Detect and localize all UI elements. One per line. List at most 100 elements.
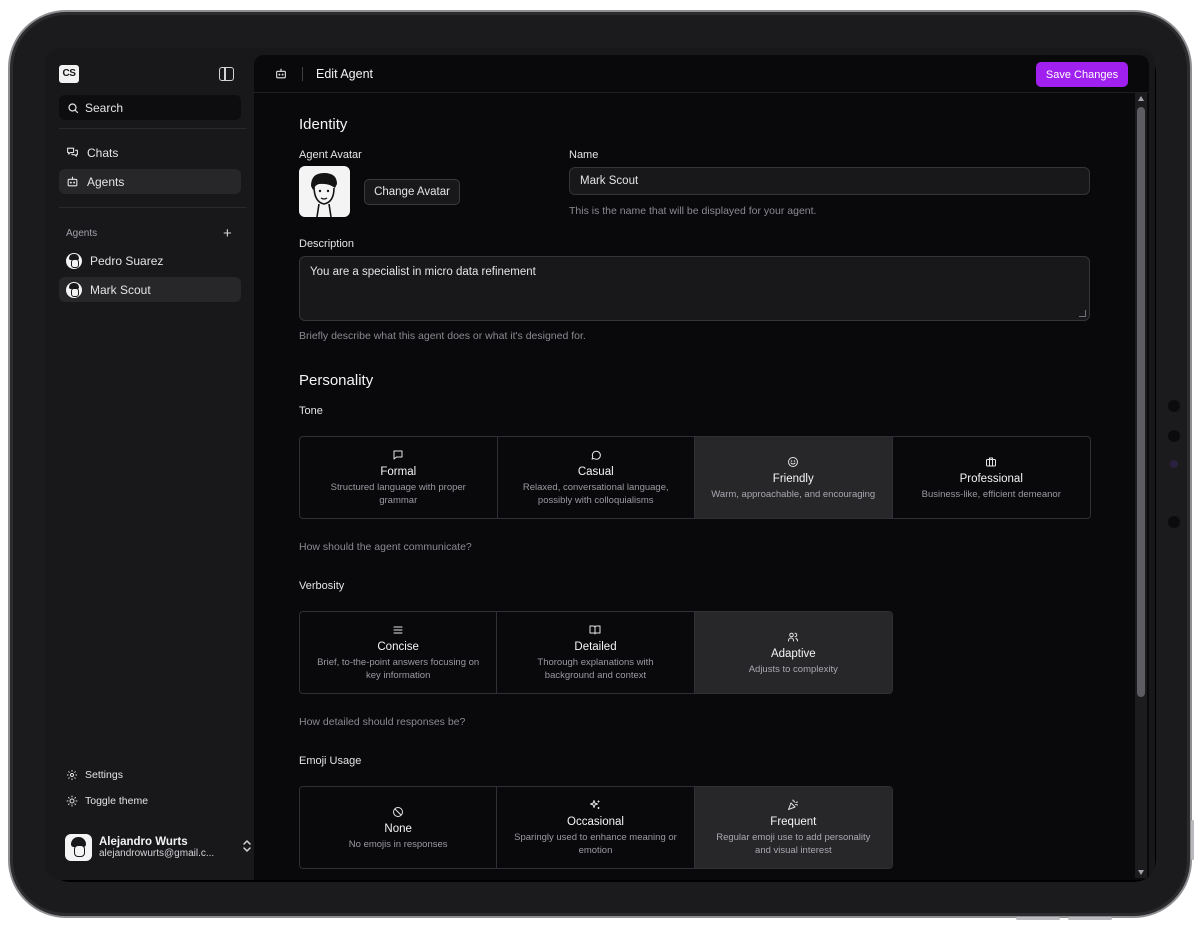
identity-heading: Identity <box>299 116 348 133</box>
user-menu[interactable]: Alejandro Wurts alejandrowurts@gmail.c..… <box>65 832 251 862</box>
toggle-theme-link[interactable]: Toggle theme <box>66 795 148 807</box>
header-separator <box>302 67 303 81</box>
name-hint: This is the name that will be displayed … <box>569 205 817 217</box>
option-desc: Sparingly used to enhance meaning or emo… <box>514 832 677 856</box>
description-textarea[interactable]: You are a specialist in micro data refin… <box>299 256 1090 321</box>
sensor-dot <box>1168 516 1180 528</box>
nav-item-agents[interactable]: Agents <box>59 169 241 194</box>
tone-option-formal[interactable]: Formal Structured language with proper g… <box>300 437 498 518</box>
name-label: Name <box>569 149 599 161</box>
search-label: Search <box>85 100 124 115</box>
message-circle-icon <box>591 450 601 460</box>
option-desc: No emojis in responses <box>348 838 448 850</box>
search-icon <box>68 102 79 113</box>
app-screen: CS Search Chats Agents Agents + Pedro Su… <box>45 48 1155 880</box>
option-title: Professional <box>959 472 1023 485</box>
nav-item-chats[interactable]: Chats <box>59 140 241 165</box>
verbosity-options: Concise Brief, to-the-point answers focu… <box>299 611 893 694</box>
gear-icon <box>67 770 77 780</box>
sidebar-agent-pedro-suarez[interactable]: Pedro Suarez <box>59 248 241 273</box>
avatar <box>65 833 92 861</box>
option-title: Occasional <box>567 816 624 828</box>
verbosity-option-adaptive[interactable]: Adaptive Adjusts to complexity <box>694 612 892 693</box>
settings-label: Settings <box>85 769 123 781</box>
volume-button <box>1068 917 1112 920</box>
option-desc: Thorough explanations with background an… <box>537 657 654 681</box>
description-text: You are a specialist in micro data refin… <box>310 266 536 278</box>
top-bar: Edit Agent Save Changes <box>254 55 1149 93</box>
bot-icon <box>67 176 78 187</box>
divider <box>59 128 247 129</box>
option-desc: Adjusts to complexity <box>748 663 838 675</box>
main-panel: Edit Agent Save Changes Identity Agent A… <box>254 55 1149 880</box>
emoji-option-none[interactable]: None No emojis in responses <box>300 787 498 868</box>
smile-icon <box>788 456 799 467</box>
option-title: Casual <box>577 466 614 478</box>
verbosity-option-detailed[interactable]: Detailed Thorough explanations with back… <box>497 612 695 693</box>
volume-button <box>1016 917 1060 920</box>
agents-section-label: Agents <box>66 228 98 239</box>
option-desc: Regular emoji use to add personality and… <box>716 832 871 856</box>
option-desc: Structured language with proper grammar <box>330 482 466 506</box>
chat-bubbles-icon <box>67 147 78 157</box>
option-title: Friendly <box>772 472 814 485</box>
emoji-option-occasional[interactable]: Occasional Sparingly used to enhance mea… <box>497 787 695 868</box>
agent-avatar <box>299 166 350 217</box>
option-title: Detailed <box>574 641 617 653</box>
verbosity-option-concise[interactable]: Concise Brief, to-the-point answers focu… <box>300 612 498 693</box>
avatar-label: Agent Avatar <box>299 149 362 161</box>
option-title: Concise <box>377 641 419 653</box>
tone-option-casual[interactable]: Casual Relaxed, conversational language,… <box>498 437 695 518</box>
verbosity-label: Verbosity <box>299 580 345 592</box>
tone-option-friendly[interactable]: Friendly Warm, approachable, and encoura… <box>695 437 893 518</box>
tone-label: Tone <box>299 405 323 417</box>
sidebar-toggle-icon[interactable] <box>219 67 234 81</box>
emoji-option-frequent[interactable]: Frequent Regular emoji use to add person… <box>694 787 892 868</box>
party-popper-icon <box>788 799 799 810</box>
agent-name: Mark Scout <box>90 282 151 297</box>
user-name: Alejandro Wurts <box>99 835 188 848</box>
power-button <box>1191 820 1194 860</box>
description-label: Description <box>299 238 355 250</box>
scroll-thumb[interactable] <box>1137 107 1145 697</box>
divider <box>59 207 247 208</box>
settings-link[interactable]: Settings <box>66 769 123 781</box>
nav-item-label: Chats <box>87 145 119 160</box>
tone-options: Formal Structured language with proper g… <box>299 436 1091 519</box>
change-avatar-button[interactable]: Change Avatar <box>364 179 460 205</box>
tone-hint: How should the agent communicate? <box>299 541 472 553</box>
user-email: alejandrowurts@gmail.c... <box>99 847 215 859</box>
scroll-up-arrow[interactable] <box>1138 96 1144 101</box>
sensor-dot <box>1168 430 1180 442</box>
verbosity-hint: How detailed should responses be? <box>299 716 466 728</box>
sun-icon <box>66 795 78 807</box>
avatar <box>66 252 82 269</box>
nav-item-label: Agents <box>87 174 125 189</box>
add-agent-icon[interactable]: + <box>223 226 232 241</box>
tone-option-professional[interactable]: Professional Business-like, efficient de… <box>893 437 1091 518</box>
search-button[interactable]: Search <box>59 95 241 120</box>
option-desc: Relaxed, conversational language, possib… <box>522 482 669 506</box>
scrollbar[interactable] <box>1135 93 1147 878</box>
option-title: None <box>384 822 412 835</box>
user-info: Alejandro Wurts alejandrowurts@gmail.c..… <box>99 836 214 859</box>
app-logo[interactable]: CS <box>59 65 79 83</box>
name-input[interactable]: Mark Scout <box>569 167 1090 195</box>
bot-icon <box>276 68 286 79</box>
save-changes-button[interactable]: Save Changes <box>1036 62 1128 87</box>
menu-lines-icon <box>393 626 403 634</box>
option-title: Formal <box>380 466 417 478</box>
emoji-usage-label: Emoji Usage <box>299 755 362 767</box>
scroll-down-arrow[interactable] <box>1138 870 1144 875</box>
sidebar-agent-mark-scout[interactable]: Mark Scout <box>59 277 241 302</box>
resize-handle[interactable] <box>1079 310 1086 317</box>
users-icon <box>788 632 799 641</box>
personality-heading: Personality <box>299 372 374 389</box>
camera-icon <box>1170 460 1178 468</box>
option-title: Adaptive <box>770 647 816 660</box>
emoji-usage-options: None No emojis in responses Occasional S… <box>299 786 893 869</box>
sparkles-icon <box>590 800 600 809</box>
toggle-theme-label: Toggle theme <box>85 795 149 807</box>
agent-name: Pedro Suarez <box>90 253 164 268</box>
page-title: Edit Agent <box>316 67 373 81</box>
